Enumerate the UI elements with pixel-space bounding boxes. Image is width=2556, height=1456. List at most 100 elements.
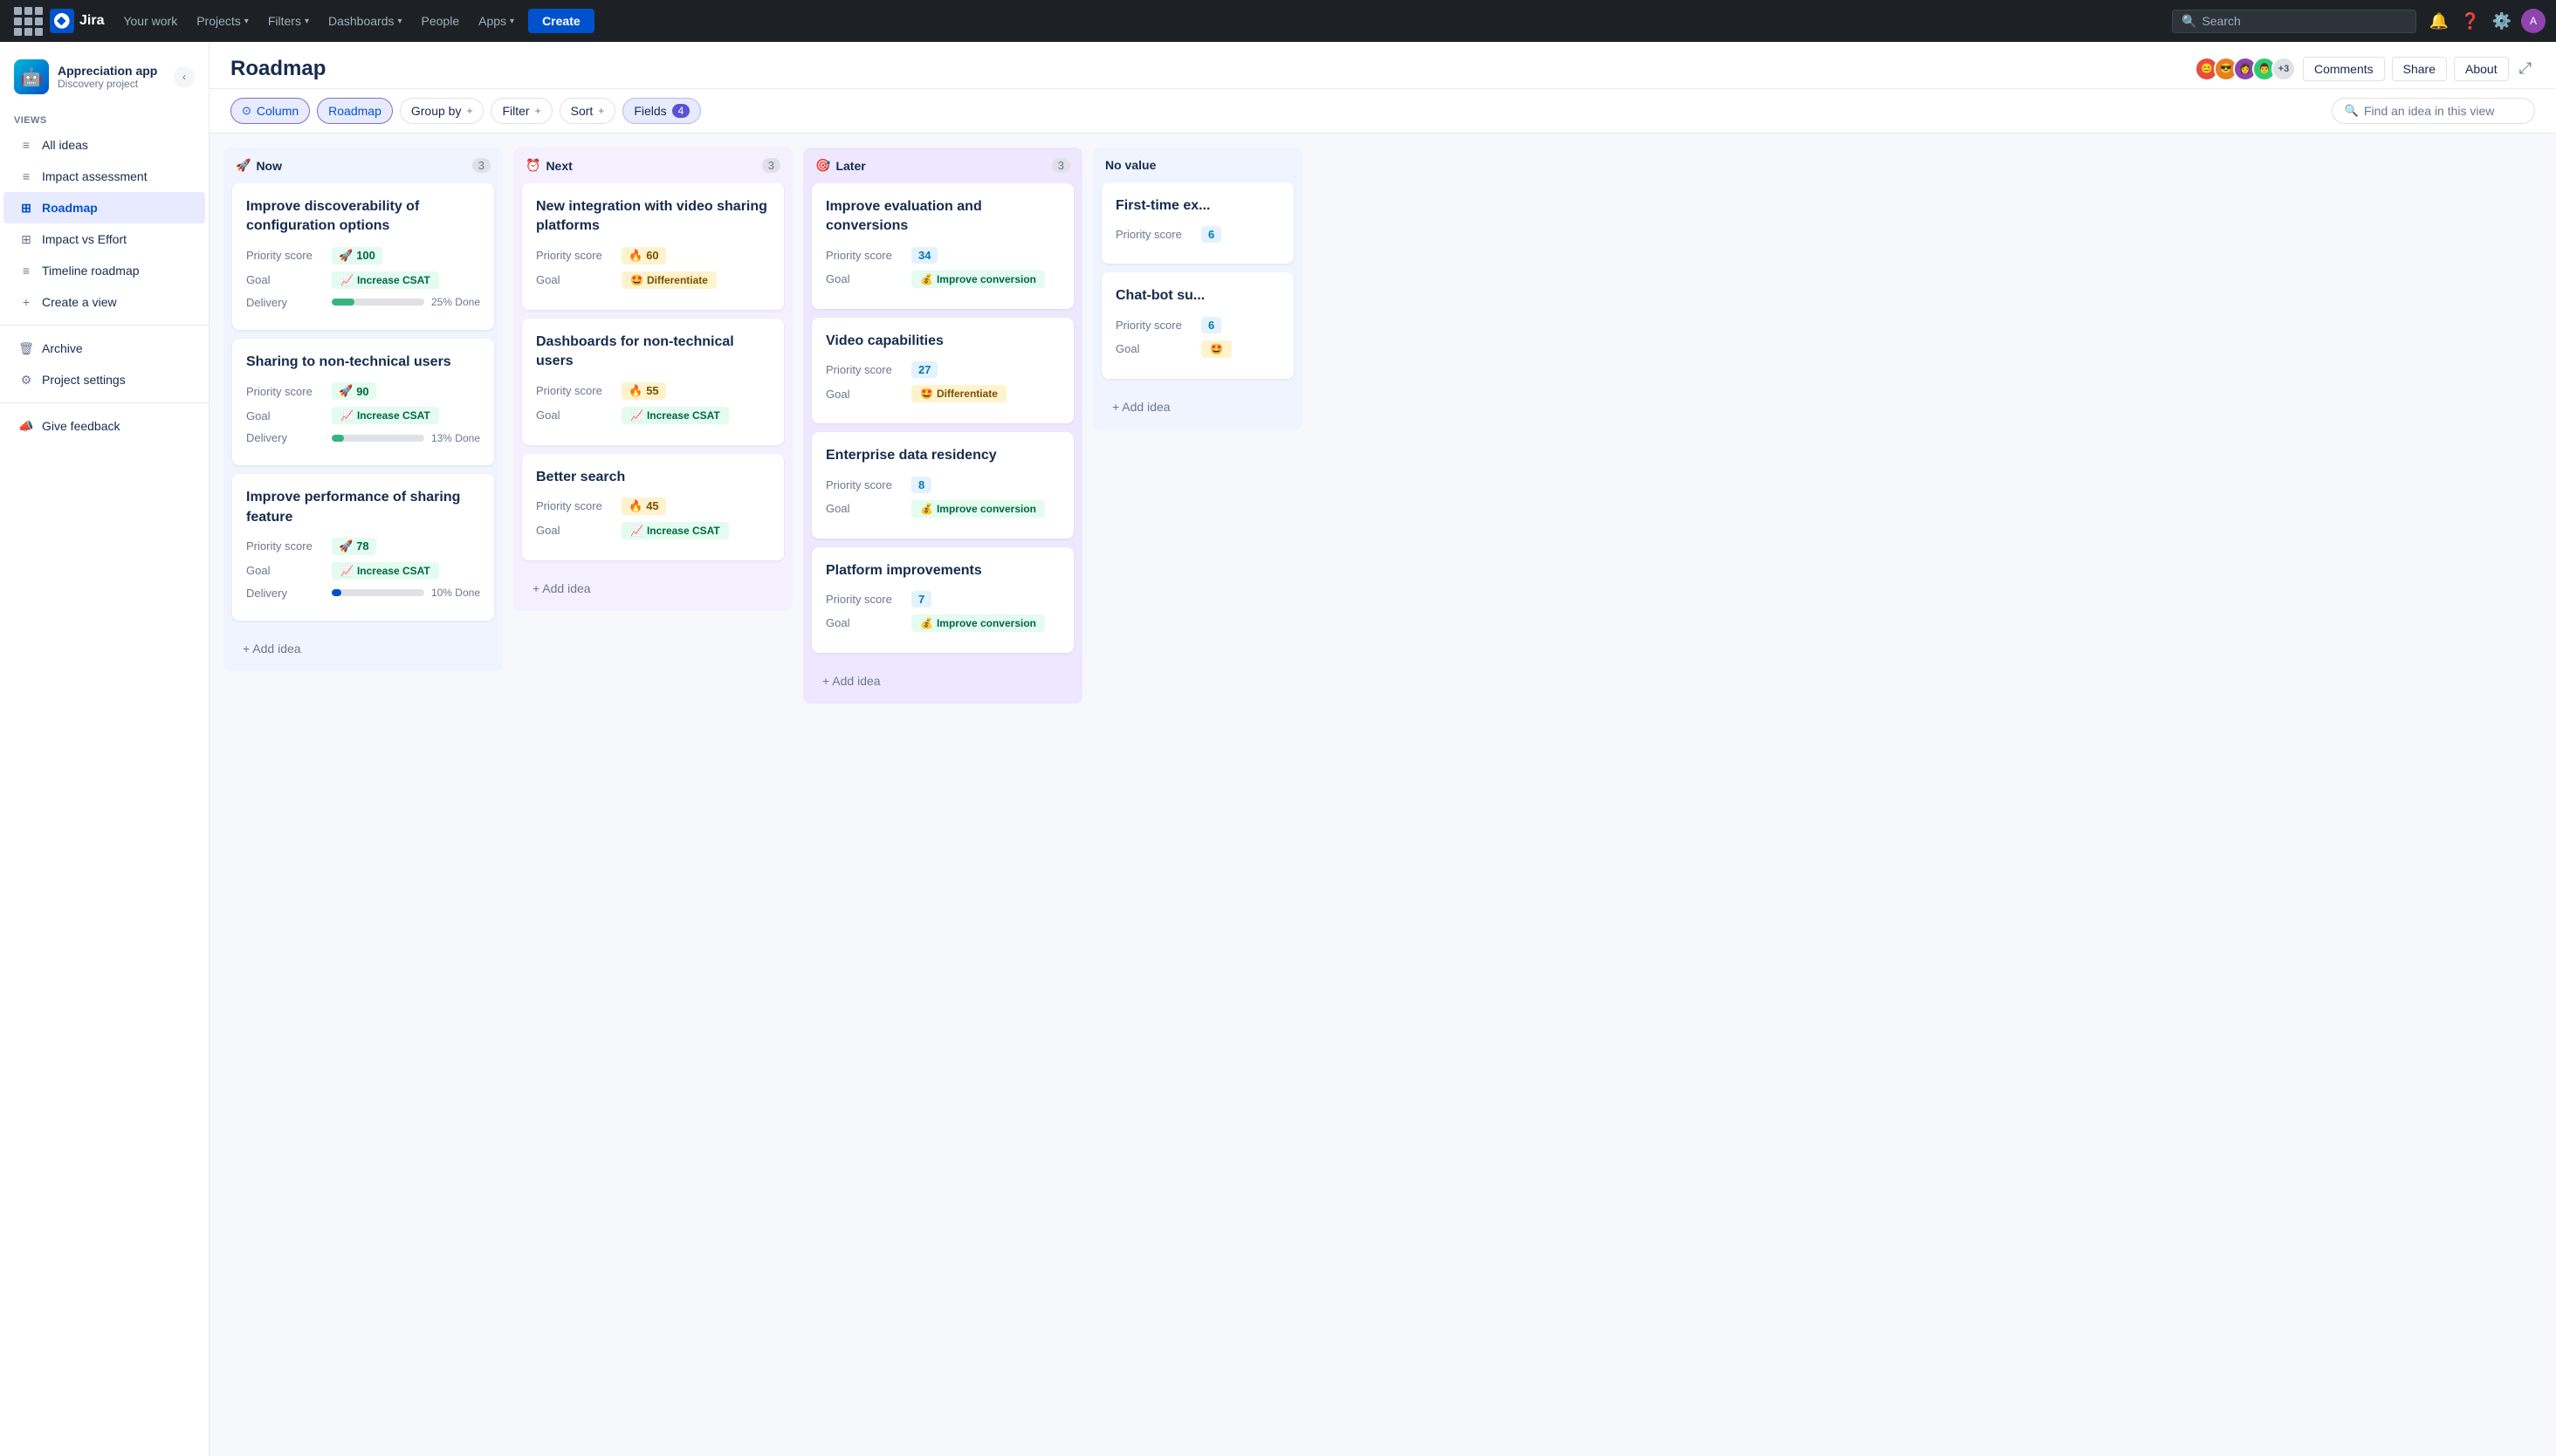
fields-button[interactable]: Fields 4 <box>622 98 701 124</box>
card-title: First-time ex... <box>1116 196 1280 216</box>
card-discoverability[interactable]: Improve discoverability of configuration… <box>232 183 494 330</box>
nav-projects[interactable]: Projects ▾ <box>188 9 258 33</box>
header-actions: 😊 😎 👩 👨 +3 Comments Share About ⤢ <box>2195 56 2535 81</box>
goal-badge: 📈 Increase CSAT <box>622 407 729 424</box>
filter-button[interactable]: Filter + <box>491 98 552 124</box>
nav-people[interactable]: People <box>413 9 469 33</box>
card-first-time[interactable]: First-time ex... Priority score 6 <box>1102 182 1294 264</box>
goal-badge: 📈 Increase CSAT <box>332 271 439 289</box>
priority-score-badge: 6 <box>1201 317 1221 333</box>
sort-button[interactable]: Sort + <box>560 98 616 124</box>
card-field-goal: Goal 🤩 Differentiate <box>826 385 1060 402</box>
nav-dashboards[interactable]: Dashboards ▾ <box>320 9 411 33</box>
card-dashboards[interactable]: Dashboards for non-technical users Prior… <box>522 319 784 445</box>
sidebar-item-timeline[interactable]: ≡ Timeline roadmap <box>3 255 205 286</box>
later-emoji: 🎯 <box>815 158 830 173</box>
create-button[interactable]: Create <box>528 9 594 33</box>
priority-score-badge: 34 <box>911 247 938 264</box>
column-view-button[interactable]: ⊙ Column <box>230 98 310 124</box>
page-header: Roadmap 😊 😎 👩 👨 +3 Comments Share About … <box>210 42 2556 89</box>
sidebar-give-feedback[interactable]: 📣 Give feedback <box>3 410 205 442</box>
add-idea-later[interactable]: + Add idea <box>810 665 1075 697</box>
groupby-button[interactable]: Group by + <box>400 98 484 124</box>
sidebar-project-settings[interactable]: ⚙ Project settings <box>3 364 205 395</box>
nav-icons: 🔔 ❓ ⚙️ A <box>2427 9 2546 33</box>
expand-button[interactable]: ⤢ <box>2516 56 2535 81</box>
card-title: Improve discoverability of configuration… <box>246 197 480 237</box>
priority-score-badge: 🔥 45 <box>622 498 666 515</box>
comments-button[interactable]: Comments <box>2303 57 2385 81</box>
sidebar-item-impact-vs-effort[interactable]: ⊞ Impact vs Effort <box>3 223 205 255</box>
sidebar-item-roadmap[interactable]: ⊞ Roadmap <box>3 192 205 223</box>
plus-icon: + <box>535 105 541 117</box>
jira-logo[interactable]: Jira <box>50 9 104 33</box>
card-sharing-nontechnical[interactable]: Sharing to non-technical users Priority … <box>232 339 494 465</box>
nav-filters[interactable]: Filters ▾ <box>259 9 318 33</box>
help-icon[interactable]: ❓ <box>2458 9 2483 33</box>
share-button[interactable]: Share <box>2392 57 2447 81</box>
project-icon: 🤖 <box>14 59 49 94</box>
column-no-value-cards: First-time ex... Priority score 6 Chat-b… <box>1093 182 1302 388</box>
nav-your-work[interactable]: Your work <box>114 9 186 33</box>
add-idea-next[interactable]: + Add idea <box>520 573 786 604</box>
add-idea-now[interactable]: + Add idea <box>230 633 496 664</box>
card-title: Video capabilities <box>826 332 1060 351</box>
sidebar-item-impact-assessment[interactable]: ≡ Impact assessment <box>3 161 205 192</box>
settings-icon[interactable]: ⚙️ <box>2490 9 2514 33</box>
card-field-priority: Priority score 🚀 100 <box>246 247 480 264</box>
goal-badge: 📈 Increase CSAT <box>332 562 439 580</box>
card-title: Better search <box>536 468 770 487</box>
card-eval-conversions[interactable]: Improve evaluation and conversions Prior… <box>812 183 1074 309</box>
column-now-count: 3 <box>472 158 491 173</box>
page-title: Roadmap <box>230 57 2195 81</box>
plus-icon: + <box>466 105 472 117</box>
column-later-label: Later <box>835 159 865 173</box>
search-ideas-container: 🔍 <box>2332 98 2535 124</box>
search-icon: 🔍 <box>2345 104 2359 118</box>
chart-icon: ⊞ <box>17 230 35 248</box>
card-video-integration[interactable]: New integration with video sharing platf… <box>522 183 784 310</box>
roadmap-button[interactable]: Roadmap <box>317 98 393 124</box>
toolbar: ⊙ Column Roadmap Group by + Filter + Sor… <box>210 89 2556 134</box>
add-idea-novalue[interactable]: + Add idea <box>1100 391 1295 422</box>
progress-label: 25% Done <box>431 296 480 308</box>
grid-icon[interactable] <box>10 3 46 39</box>
card-performance-sharing[interactable]: Improve performance of sharing feature P… <box>232 474 494 621</box>
about-button[interactable]: About <box>2454 57 2509 81</box>
priority-score-badge: 7 <box>911 591 931 608</box>
sidebar-item-all-ideas[interactable]: ≡ All ideas <box>3 129 205 161</box>
card-better-search[interactable]: Better search Priority score 🔥 45 Goal 📈… <box>522 454 784 560</box>
card-title: New integration with video sharing platf… <box>536 197 770 237</box>
card-field-priority: Priority score 6 <box>1116 317 1280 333</box>
nav-apps[interactable]: Apps ▾ <box>470 9 523 33</box>
search-input[interactable] <box>2202 14 2407 28</box>
notifications-icon[interactable]: 🔔 <box>2427 9 2451 33</box>
card-platform-improvements[interactable]: Platform improvements Priority score 7 G… <box>812 547 1074 653</box>
kanban-board: 🚀 Now 3 Improve discoverability of confi… <box>210 134 2556 1456</box>
card-video-capabilities[interactable]: Video capabilities Priority score 27 Goa… <box>812 318 1074 423</box>
card-enterprise-data[interactable]: Enterprise data residency Priority score… <box>812 432 1074 538</box>
search-container: 🔍 <box>2172 10 2416 33</box>
create-view-button[interactable]: + Create a view <box>3 286 205 318</box>
column-now-header: 🚀 Now 3 <box>223 148 503 183</box>
collaborators-avatars: 😊 😎 👩 👨 +3 <box>2195 57 2296 81</box>
card-title: Enterprise data residency <box>826 446 1060 465</box>
main-content: Roadmap 😊 😎 👩 👨 +3 Comments Share About … <box>210 42 2556 1456</box>
card-field-goal: Goal 💰 Improve conversion <box>826 615 1060 632</box>
card-field-goal: Goal 📈 Increase CSAT <box>246 271 480 289</box>
sidebar-archive[interactable]: 🗑 Archive <box>3 333 205 364</box>
priority-score-badge: 🔥 60 <box>622 247 666 264</box>
search-ideas-input[interactable] <box>2364 104 2522 118</box>
card-field-priority: Priority score 27 <box>826 361 1060 378</box>
user-avatar[interactable]: A <box>2521 9 2546 33</box>
now-emoji: 🚀 <box>236 158 251 173</box>
project-subtitle: Discovery project <box>58 78 157 90</box>
card-chatbot[interactable]: Chat-bot su... Priority score 6 Goal 🤩 <box>1102 272 1294 378</box>
priority-score-badge: 🔥 55 <box>622 382 666 400</box>
column-next-label: Next <box>546 159 572 173</box>
collapse-sidebar-button[interactable]: ‹ <box>174 66 195 87</box>
card-title: Improve evaluation and conversions <box>826 197 1060 237</box>
goal-badge: 📈 Increase CSAT <box>332 407 439 424</box>
goal-badge: 📈 Increase CSAT <box>622 522 729 539</box>
priority-score-badge: 6 <box>1201 226 1221 243</box>
